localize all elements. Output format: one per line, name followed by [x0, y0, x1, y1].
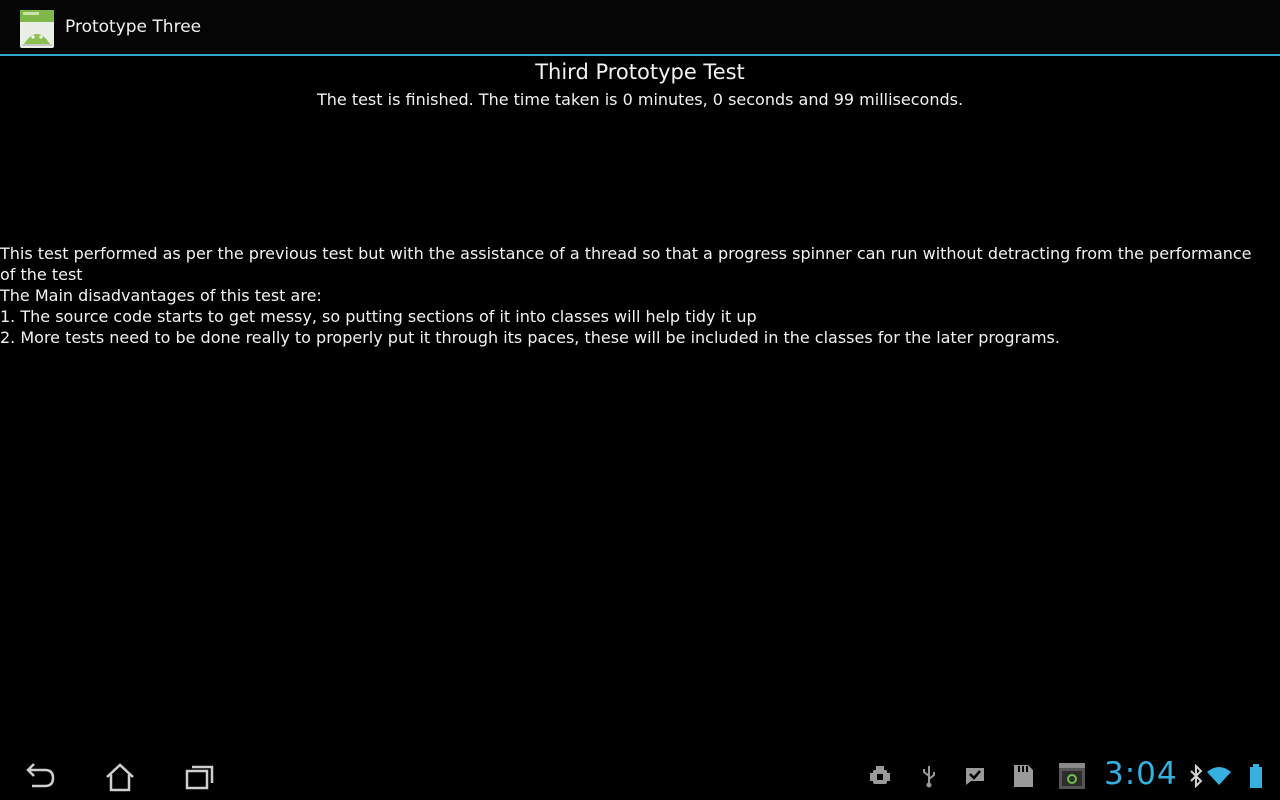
screenshot-icon[interactable] [1057, 762, 1087, 790]
description-line: 1. The source code starts to get messy, … [0, 307, 757, 326]
description-line: This test performed as per the previous … [0, 244, 1252, 284]
battery-icon[interactable] [1243, 762, 1269, 790]
status-clock[interactable]: 3:04 [1104, 756, 1178, 792]
home-icon[interactable] [100, 760, 140, 794]
android-debug-icon[interactable] [867, 762, 893, 790]
bluetooth-icon[interactable] [1186, 762, 1206, 790]
app-title: Prototype Three [65, 17, 202, 37]
screen: Prototype Three Third Prototype Test The… [0, 0, 1280, 800]
recent-apps-icon[interactable] [180, 760, 220, 794]
description-line: 2. More tests need to be done really to … [0, 328, 1060, 347]
system-navigation-bar [0, 752, 1280, 800]
content-title: Third Prototype Test [535, 60, 745, 84]
check-notification-icon[interactable] [962, 762, 988, 790]
description-text: This test performed as per the previous … [0, 243, 1272, 348]
test-status-text: The test is finished. The time taken is … [316, 90, 964, 109]
back-icon[interactable] [20, 760, 60, 794]
usb-icon[interactable] [916, 762, 942, 790]
sd-card-icon[interactable] [1010, 762, 1036, 790]
android-app-icon[interactable] [20, 10, 54, 48]
wifi-icon[interactable] [1206, 762, 1232, 790]
description-line: The Main disadvantages of this test are: [0, 286, 322, 305]
action-bar: Prototype Three [0, 0, 1280, 56]
